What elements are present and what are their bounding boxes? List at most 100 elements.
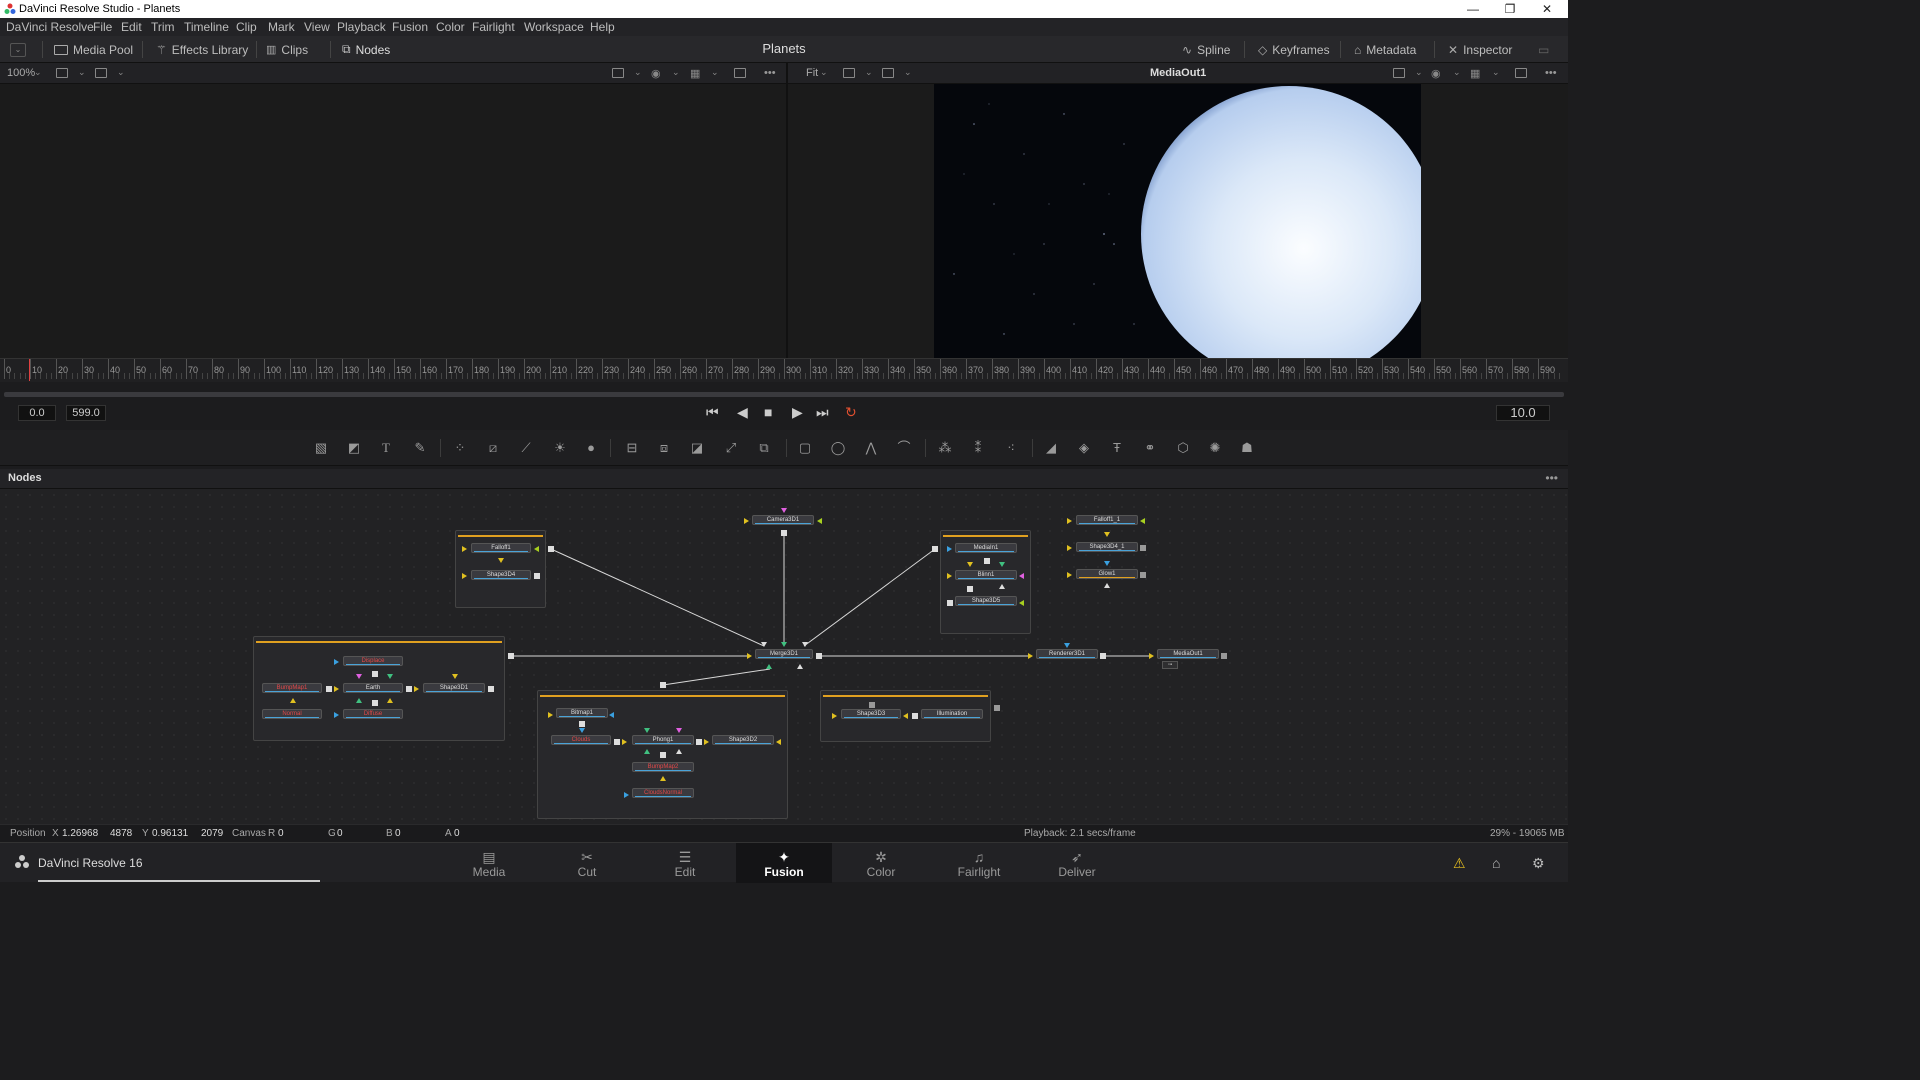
viewer-lut-icon[interactable]	[612, 68, 624, 78]
node-input-arrow[interactable]	[414, 686, 419, 692]
node-merge3d1[interactable]: Merge3D1	[755, 649, 813, 659]
curves-tool-icon[interactable]: ⟋	[517, 440, 535, 456]
node-input-arrow[interactable]	[660, 776, 666, 781]
play-icon[interactable]: ▶	[792, 404, 803, 421]
node-input-arrow[interactable]	[776, 739, 781, 745]
right-viewer-zoom[interactable]: Fit	[806, 67, 818, 79]
node-output-port[interactable]	[781, 530, 787, 536]
node-group-falloff[interactable]	[455, 530, 546, 608]
node-input-arrow[interactable]	[947, 573, 952, 579]
page-deliver[interactable]: ➶ Deliver	[1029, 843, 1125, 883]
menu-trim[interactable]: Trim	[151, 20, 175, 34]
node-input-arrow[interactable]	[747, 653, 752, 659]
page-color[interactable]: ✲ Color	[833, 843, 929, 883]
color-channel-icon[interactable]: ◉	[651, 67, 661, 80]
node-output-port[interactable]	[660, 682, 666, 688]
image-plane-3d-icon[interactable]: ◢	[1042, 440, 1060, 456]
grid-icon[interactable]: ▦	[690, 67, 700, 80]
node-clouds[interactable]: Clouds	[551, 735, 611, 745]
node-input-arrow[interactable]	[832, 713, 837, 719]
node-bumpmap1[interactable]: BumpMap1	[262, 683, 322, 693]
chevron-down-icon[interactable]: ⌄	[1453, 67, 1461, 78]
loader-tool-icon[interactable]: ⊟	[623, 440, 641, 456]
node-input-arrow[interactable]	[744, 518, 749, 524]
spline-button[interactable]: ∿ Spline	[1182, 40, 1230, 59]
menu-playback[interactable]: Playback	[337, 20, 386, 34]
menu-timeline[interactable]: Timeline	[184, 20, 229, 34]
viewer-roi-icon[interactable]	[882, 68, 894, 78]
transform-tool-icon[interactable]: ⧉	[755, 440, 773, 456]
viewer-lut-icon[interactable]	[1393, 68, 1405, 78]
menu-clip[interactable]: Clip	[236, 20, 257, 34]
node-input-arrow[interactable]	[947, 546, 952, 552]
node-bitmap1[interactable]: Bitmap1	[556, 708, 608, 718]
right-viewer[interactable]	[788, 84, 1568, 358]
node-diffuse[interactable]: Diffuse	[343, 709, 403, 719]
chevron-down-icon[interactable]: ⌄	[634, 67, 642, 78]
node-falloff1[interactable]: Falloff1	[471, 543, 531, 553]
fullscreen-button[interactable]: ▭	[1538, 40, 1549, 59]
menu-help[interactable]: Help	[590, 20, 615, 34]
node-cloudsnormal[interactable]: CloudsNormal	[632, 788, 694, 798]
node-input-arrow[interactable]	[1149, 653, 1154, 659]
paint-brush-tool-icon[interactable]: ✎	[411, 440, 429, 456]
shape-3d-icon[interactable]: ◈	[1075, 440, 1093, 456]
resize-tool-icon[interactable]: ⤢	[722, 440, 740, 456]
step-back-icon[interactable]: ◀	[737, 404, 748, 421]
menu-file[interactable]: File	[93, 20, 112, 34]
metadata-button[interactable]: ⌂ Metadata	[1354, 40, 1416, 59]
node-input-arrow[interactable]	[967, 562, 973, 567]
node-output-port[interactable]	[488, 686, 494, 692]
left-viewer[interactable]	[0, 84, 786, 358]
light-3d-icon[interactable]: ✺	[1206, 440, 1224, 456]
node-input-arrow[interactable]	[1067, 518, 1072, 524]
chevron-down-icon[interactable]: ⌄	[711, 67, 719, 78]
go-to-start-icon[interactable]: ⏮	[706, 404, 719, 421]
node-input-arrow[interactable]	[548, 712, 553, 718]
node-mediain1[interactable]: MediaIn1	[955, 543, 1017, 553]
loop-icon[interactable]: ↻	[845, 404, 857, 421]
node-input-arrow[interactable]	[1019, 600, 1024, 606]
color-tool-icon[interactable]: ●	[582, 440, 600, 456]
node-input-arrow[interactable]	[462, 573, 467, 579]
node-earth[interactable]: Earth	[343, 683, 403, 693]
node-input-arrow[interactable]	[387, 698, 393, 703]
page-cut[interactable]: ✂ Cut	[539, 843, 635, 883]
node-input-arrow[interactable]	[624, 792, 629, 798]
node-input-arrow[interactable]	[1104, 561, 1110, 566]
chevron-down-icon[interactable]: ⌄	[820, 67, 828, 78]
grid-icon[interactable]: ▦	[1470, 67, 1480, 80]
node-falloff1-1[interactable]: Falloff1_1	[1076, 515, 1138, 525]
node-shape3d1[interactable]: Shape3D1	[423, 683, 485, 693]
menu-mark[interactable]: Mark	[268, 20, 295, 34]
maximize-button[interactable]: ❐	[1495, 1, 1525, 17]
background-tool-icon[interactable]: ▧	[312, 440, 330, 456]
node-output-port[interactable]	[984, 558, 990, 564]
node-output-port[interactable]	[534, 573, 540, 579]
node-output-port[interactable]	[508, 653, 514, 659]
chevron-down-icon[interactable]: ⌄	[672, 67, 680, 78]
node-input-arrow[interactable]	[452, 674, 458, 679]
particle-render-icon[interactable]: ⁑	[969, 440, 987, 456]
node-displace[interactable]: Displace	[343, 656, 403, 666]
node-input-arrow[interactable]	[1064, 643, 1070, 648]
node-input-arrow[interactable]	[802, 642, 808, 647]
node-input-arrow[interactable]	[534, 546, 539, 552]
menu-fairlight[interactable]: Fairlight	[472, 20, 515, 34]
node-normal[interactable]: Normal	[262, 709, 322, 719]
menu-edit[interactable]: Edit	[121, 20, 142, 34]
node-output-port[interactable]	[406, 686, 412, 692]
node-shape3d5[interactable]: Shape3D5	[955, 596, 1017, 606]
node-input-arrow[interactable]	[334, 659, 339, 665]
node-output-port[interactable]	[579, 721, 585, 727]
node-glow1[interactable]: Glow1	[1076, 569, 1138, 579]
node-input-arrow[interactable]	[387, 674, 393, 679]
node-output-port[interactable]	[660, 752, 666, 758]
node-input-arrow[interactable]	[999, 562, 1005, 567]
renderer-3d-icon[interactable]: ☗	[1238, 440, 1256, 456]
chevron-down-icon[interactable]: ⌄	[1415, 67, 1423, 78]
node-output-port[interactable]	[947, 600, 953, 606]
matte-tool-icon[interactable]: ◪	[688, 440, 706, 456]
node-input-arrow[interactable]	[1019, 573, 1024, 579]
page-media[interactable]: ▤ Media	[441, 843, 537, 883]
